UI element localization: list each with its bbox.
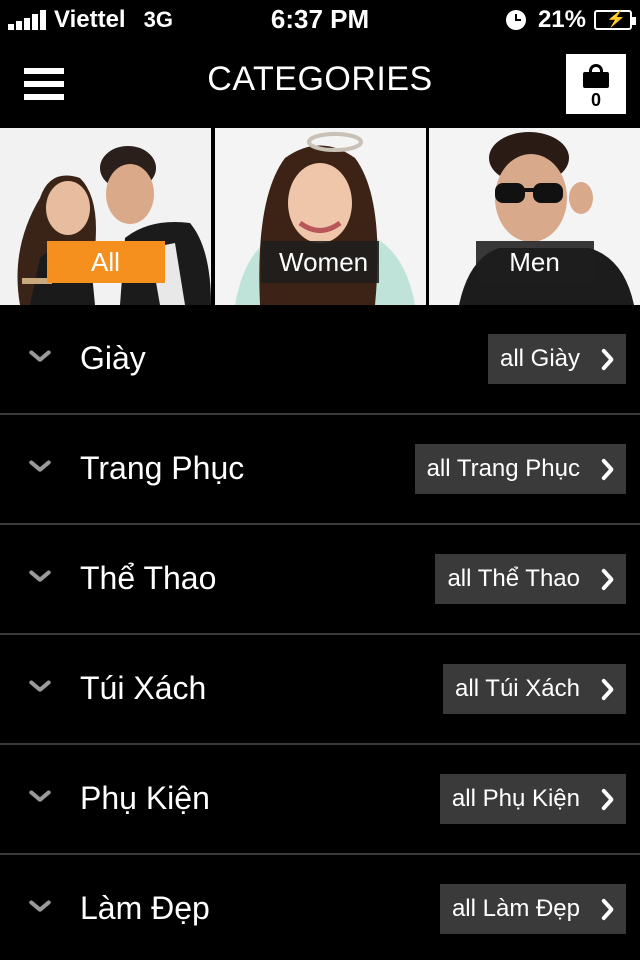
- chevron-right-icon: [598, 347, 614, 371]
- page-title: CATEGORIES: [207, 60, 433, 98]
- tile-women[interactable]: Women: [214, 128, 426, 305]
- category-name: Làm Đẹp: [80, 890, 210, 926]
- view-all-giay-button[interactable]: all Giày: [487, 334, 626, 384]
- chevron-right-icon: [598, 567, 614, 591]
- view-all-tui-xach-button[interactable]: all Túi Xách: [443, 664, 626, 714]
- category-row-tui-xach[interactable]: Túi Xách all Túi Xách: [0, 635, 640, 745]
- view-all-label: all Thể Thao: [447, 565, 580, 592]
- chevron-right-icon: [598, 677, 614, 701]
- category-name: Thể Thao: [80, 560, 217, 596]
- category-row-the-thao[interactable]: Thể Thao all Thể Thao: [0, 525, 640, 635]
- chevron-down-icon[interactable]: [28, 679, 52, 695]
- tile-label-women: Women: [261, 241, 379, 283]
- gender-tiles: All Women Men: [0, 128, 640, 305]
- chevron-right-icon: [598, 457, 614, 481]
- chevron-down-icon[interactable]: [28, 459, 52, 475]
- shopping-bag-icon: [583, 64, 609, 88]
- tile-all[interactable]: All: [0, 128, 211, 305]
- category-list: Giày all Giày Trang Phục all Trang Phục …: [0, 305, 640, 960]
- category-row-phu-kien[interactable]: Phụ Kiện all Phụ Kiện: [0, 745, 640, 855]
- view-all-trang-phuc-button[interactable]: all Trang Phục: [414, 444, 626, 494]
- view-all-label: all Phụ Kiện: [451, 785, 580, 812]
- tile-label-all: All: [46, 241, 165, 283]
- battery-percentage: 21%: [537, 6, 586, 33]
- view-all-the-thao-button[interactable]: all Thể Thao: [435, 554, 626, 604]
- view-all-label: all Giày: [499, 345, 580, 372]
- chevron-down-icon[interactable]: [28, 789, 52, 805]
- cart-button[interactable]: 0: [566, 54, 626, 114]
- category-name: Trang Phục: [80, 450, 245, 486]
- category-row-trang-phuc[interactable]: Trang Phục all Trang Phục: [0, 415, 640, 525]
- chevron-right-icon: [598, 897, 614, 921]
- tile-men[interactable]: Men: [429, 128, 640, 305]
- nav-bar: CATEGORIES 0: [0, 40, 640, 128]
- view-all-lam-dep-button[interactable]: all Làm Đẹp: [439, 884, 626, 934]
- chevron-down-icon[interactable]: [28, 569, 52, 585]
- chevron-down-icon[interactable]: [28, 899, 52, 915]
- cart-count-badge: 0: [590, 90, 601, 110]
- alarm-clock-icon: [505, 10, 526, 30]
- tile-label-men: Men: [475, 241, 594, 283]
- battery-charging-icon: ⚡: [594, 10, 636, 30]
- view-all-phu-kien-button[interactable]: all Phụ Kiện: [439, 774, 626, 824]
- status-bar: Viettel 3G 6:37 PM 21% ⚡: [0, 0, 640, 40]
- view-all-label: all Trang Phục: [426, 455, 580, 482]
- category-row-lam-dep[interactable]: Làm Đẹp all Làm Đẹp: [0, 855, 640, 960]
- status-right: 21% ⚡: [505, 6, 636, 34]
- category-row-giay[interactable]: Giày all Giày: [0, 305, 640, 415]
- view-all-label: all Túi Xách: [455, 675, 580, 702]
- chevron-down-icon[interactable]: [28, 349, 52, 365]
- view-all-label: all Làm Đẹp: [451, 895, 580, 922]
- chevron-right-icon: [598, 787, 614, 811]
- category-name: Phụ Kiện: [80, 780, 210, 816]
- category-name: Túi Xách: [80, 670, 207, 706]
- category-name: Giày: [80, 340, 146, 376]
